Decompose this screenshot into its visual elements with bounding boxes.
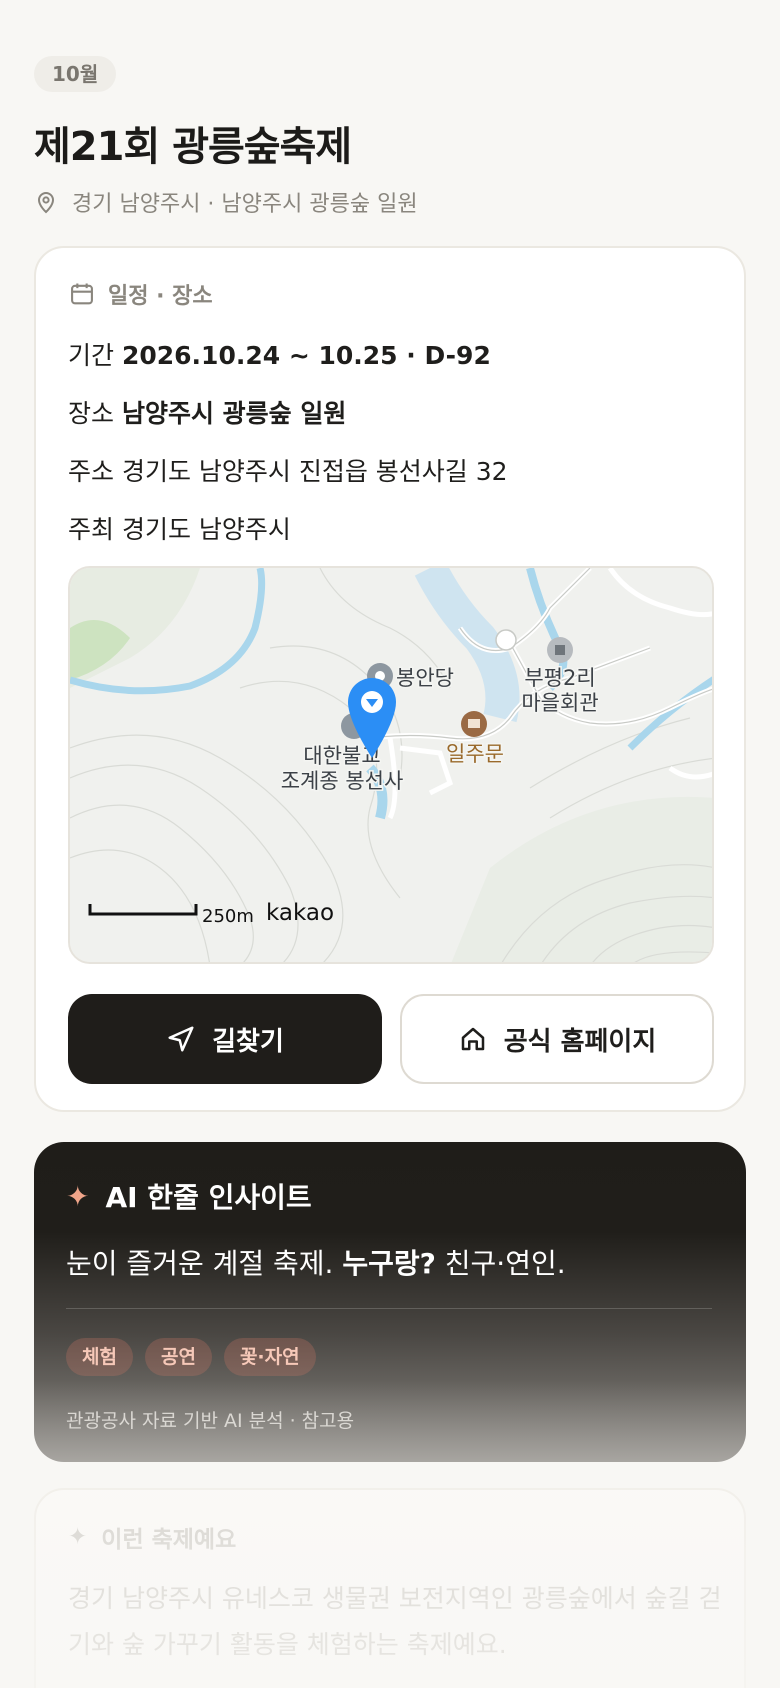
venue-row: 장소 남양주시 광릉숲 일원 bbox=[68, 394, 346, 430]
description-title: 이런 축제예요 bbox=[101, 1527, 237, 1553]
location-map[interactable]: 봉안당 부평2리 마을회관 대한불교 조계종 봉선사 일주문 250m kaka… bbox=[68, 566, 714, 964]
map-label-bupyeong-line2: 마을회관 bbox=[521, 691, 598, 715]
address-value: 경기도 남양주시 진접읍 봉선사길 32 bbox=[121, 457, 508, 486]
ai-insight-text: 눈이 즐거운 계절 축제. 누구랑? 친구·연인. bbox=[66, 1242, 566, 1282]
directions-label: 길찾기 bbox=[212, 1026, 284, 1057]
map-pin-icon bbox=[37, 192, 55, 214]
schedule-venue-card: 일정 · 장소 기간 2026.10.24 ~ 10.25 · D-92 장소 … bbox=[34, 246, 746, 1112]
ai-text-part1: 눈이 즐거운 계절 축제. bbox=[66, 1247, 343, 1280]
navigation-arrow-icon bbox=[168, 1026, 194, 1052]
map-label-bupyeong-line1: 부평2리 bbox=[524, 666, 595, 690]
host-label: 주최 bbox=[68, 515, 115, 544]
ai-insight-heading: ✦ AI 한줄 인사이트 bbox=[66, 1176, 312, 1216]
map-canvas[interactable]: 봉안당 부평2리 마을회관 대한불교 조계종 봉선사 일주문 250m kaka… bbox=[70, 568, 714, 964]
map-provider-logo: kakao bbox=[266, 900, 334, 926]
tag-list: 체험 공연 꽃·자연 bbox=[66, 1338, 316, 1376]
card-heading-text: 일정 · 장소 bbox=[108, 284, 213, 309]
month-chip: 10월 bbox=[34, 56, 117, 92]
tag-flowers-nature: 꽃·자연 bbox=[223, 1338, 316, 1376]
location-line: 경기 남양주시 · 남양주시 광릉숲 일원 bbox=[34, 186, 418, 218]
tag-performance: 공연 bbox=[144, 1338, 212, 1376]
map-label-iljumun: 일주문 bbox=[446, 742, 504, 766]
home-icon bbox=[461, 1027, 484, 1051]
period-value: 2026.10.24 ~ 10.25 · D-92 bbox=[121, 341, 491, 370]
sparkle-icon: ✦ bbox=[66, 1179, 90, 1213]
location-text: 경기 남양주시 · 남양주시 광릉숲 일원 bbox=[72, 192, 418, 217]
description-heading: ✦ 이런 축제예요 bbox=[68, 1520, 236, 1554]
sparkle-icon: ✦ bbox=[68, 1524, 88, 1550]
description-text: 경기 남양주시 유네스코 생물권 보전지역인 광릉숲에서 숲길 걷기와 숲 가꾸… bbox=[68, 1584, 722, 1659]
ai-text-part2: 친구·연인. bbox=[435, 1247, 566, 1280]
address-label: 주소 bbox=[68, 457, 115, 486]
tag-experience: 체험 bbox=[66, 1338, 133, 1376]
ai-text-bold: 누구랑? bbox=[342, 1247, 436, 1280]
homepage-button[interactable]: 공식 홈페이지 bbox=[400, 994, 714, 1084]
page-title: 제21회 광릉숲축제 bbox=[34, 124, 352, 170]
host-row: 주최 경기도 남양주시 bbox=[68, 510, 291, 546]
ai-insight-title: AI 한줄 인사이트 bbox=[105, 1181, 312, 1214]
venue-label: 장소 bbox=[68, 399, 115, 428]
ai-footnote: 관광공사 자료 기반 AI 분석 · 참고용 bbox=[66, 1410, 355, 1432]
ai-insight-card: ✦ AI 한줄 인사이트 눈이 즐거운 계절 축제. 누구랑? 친구·연인. 체… bbox=[34, 1142, 746, 1462]
period-label: 기간 bbox=[68, 341, 115, 370]
card-heading: 일정 · 장소 bbox=[68, 278, 213, 310]
map-label-temple-line2: 조계종 봉선사 bbox=[281, 769, 404, 793]
calendar-icon bbox=[71, 283, 93, 305]
directions-button[interactable]: 길찾기 bbox=[68, 994, 382, 1084]
host-value: 경기도 남양주시 bbox=[121, 515, 291, 544]
venue-value: 남양주시 광릉숲 일원 bbox=[121, 399, 347, 428]
map-label-bonandang: 봉안당 bbox=[396, 666, 454, 690]
period-row: 기간 2026.10.24 ~ 10.25 · D-92 bbox=[68, 336, 491, 372]
address-row: 주소 경기도 남양주시 진접읍 봉선사길 32 bbox=[68, 452, 508, 488]
map-scale-text: 250m bbox=[202, 906, 254, 927]
divider bbox=[66, 1308, 712, 1309]
homepage-label: 공식 홈페이지 bbox=[503, 1026, 657, 1057]
description-card: ✦ 이런 축제예요 경기 남양주시 유네스코 생물권 보전지역인 광릉숲에서 숲… bbox=[34, 1488, 746, 1688]
